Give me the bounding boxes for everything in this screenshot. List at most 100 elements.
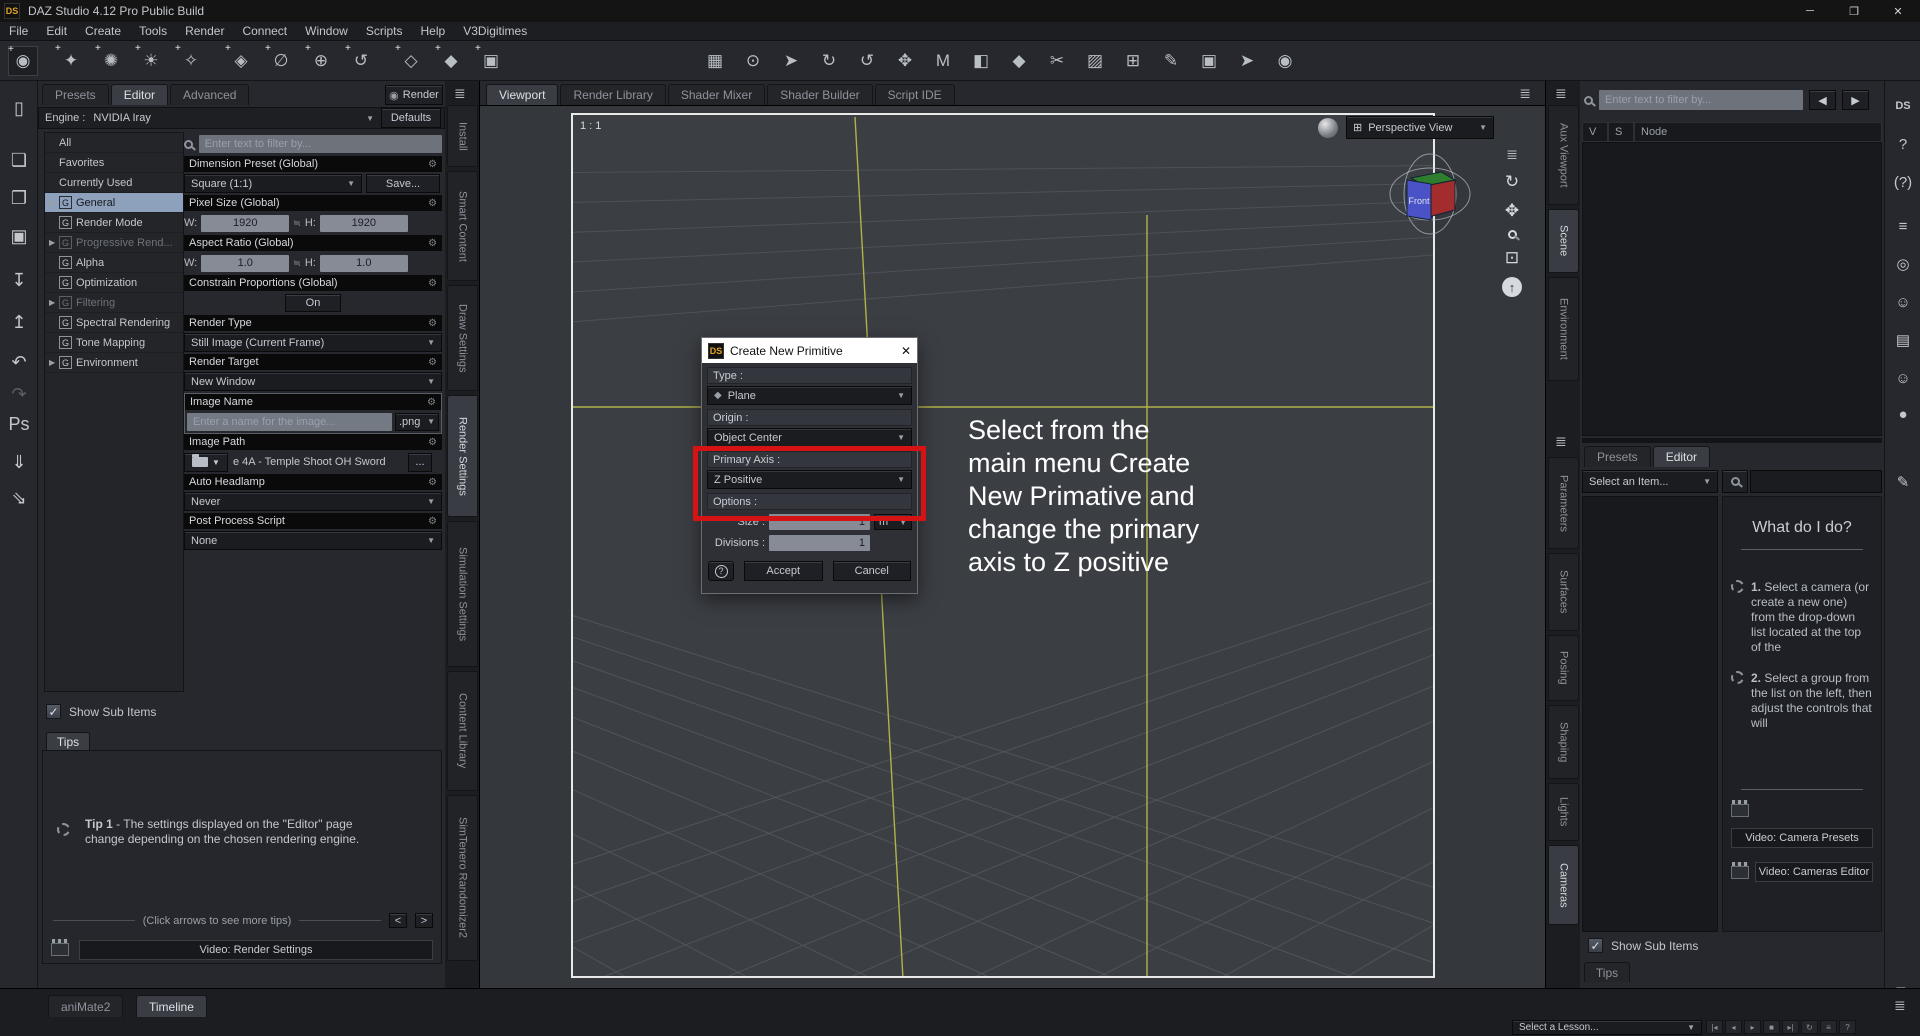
create-spotlight-icon[interactable]: + ✦	[55, 43, 86, 76]
help-icon[interactable]: (?)	[1890, 169, 1916, 195]
dock-tab-render-settings[interactable]: Render Settings	[447, 395, 478, 517]
pan-tool-icon[interactable]: ✥	[1505, 201, 1519, 221]
gear-icon[interactable]: ⚙	[428, 357, 437, 368]
menu-create[interactable]: Create	[76, 24, 130, 38]
zoom-tool-icon[interactable]	[1507, 230, 1517, 239]
tab-camera-editor[interactable]: Editor	[1652, 446, 1711, 467]
tab-timeline[interactable]: Timeline	[136, 995, 207, 1017]
dock-menu-icon[interactable]: ≣	[1555, 433, 1567, 450]
gear-icon[interactable]: ⚙	[428, 278, 437, 289]
dock-menu-icon[interactable]: ≣	[454, 85, 466, 102]
maximize-button[interactable]: ❐	[1832, 0, 1876, 22]
editor-filter-input[interactable]	[1750, 470, 1882, 493]
origin-dropdown[interactable]: Object Center ▼	[707, 428, 912, 447]
cancel-button[interactable]: Cancel	[832, 561, 911, 581]
dock-tab-cameras[interactable]: Cameras	[1548, 845, 1579, 925]
create-center-icon[interactable]: + ⊕	[305, 43, 336, 76]
video-render-settings-button[interactable]: Video: Render Settings	[79, 940, 433, 960]
group-currently-used[interactable]: Currently Used	[45, 173, 183, 193]
editor-search-button[interactable]	[1722, 470, 1749, 493]
gear-icon[interactable]: ⚙	[428, 238, 437, 249]
gear-icon[interactable]: ⚙	[428, 318, 437, 329]
geometry-cut-icon[interactable]: ✂	[1042, 46, 1072, 76]
create-group-icon[interactable]: + ◈	[225, 43, 256, 76]
select-item-dropdown[interactable]: Select an Item... ▼	[1582, 470, 1718, 493]
pixel-width-field[interactable]: 1920	[201, 214, 290, 232]
close-button[interactable]: ✕	[1876, 0, 1920, 22]
defaults-button[interactable]: Defaults	[381, 108, 441, 128]
dock-tab-parameters[interactable]: Parameters	[1548, 457, 1579, 549]
menu-scripts[interactable]: Scripts	[357, 24, 412, 38]
create-primitive-icon[interactable]: + ▣	[475, 43, 506, 76]
group-environment[interactable]: ▶ G Environment	[45, 353, 183, 373]
group-alpha[interactable]: G Alpha	[45, 253, 183, 273]
open-file-icon[interactable]: ❏	[6, 147, 32, 173]
primary-axis-dropdown[interactable]: Z Positive ▼	[707, 470, 912, 489]
lesson-dropdown[interactable]: Select a Lesson... ▼	[1512, 1020, 1702, 1035]
accept-button[interactable]: Accept	[744, 561, 823, 581]
surface-select-icon[interactable]: ◧	[966, 46, 996, 76]
tab-tips[interactable]: Tips	[1584, 962, 1630, 982]
viewport-pane-menu-icon[interactable]: ≣	[1519, 85, 1531, 102]
create-null-icon[interactable]: + ∅	[265, 43, 296, 76]
post-process-dropdown[interactable]: None ▼	[184, 531, 442, 550]
dock-tab-aux-viewport[interactable]: Aux Viewport	[1548, 105, 1579, 205]
universal-tool-icon[interactable]: ◆	[1004, 46, 1034, 76]
hatch-tool-icon[interactable]: ▨	[1080, 46, 1110, 76]
rotate-tool-icon[interactable]: ↻	[814, 46, 844, 76]
save-icon[interactable]: ▣	[6, 223, 32, 249]
view-cube[interactable]: Front	[1387, 148, 1473, 240]
tab-animate2[interactable]: aniMate2	[48, 995, 124, 1017]
save-preset-button[interactable]: Save...	[366, 174, 440, 193]
group-spectral[interactable]: G Spectral Rendering	[45, 313, 183, 333]
camera-tool-icon[interactable]: ◉	[1270, 46, 1300, 76]
tab-editor[interactable]: Editor	[110, 84, 169, 105]
tab-shader-mixer[interactable]: Shader Mixer	[667, 84, 766, 105]
tab-shader-builder[interactable]: Shader Builder	[767, 84, 873, 105]
new-file-icon[interactable]: ▯	[6, 95, 32, 121]
browse-button[interactable]: ...	[408, 452, 432, 472]
lesson-next-button[interactable]: ▸|	[1782, 1020, 1799, 1034]
frame-tool-icon[interactable]: ⊡	[1505, 248, 1519, 268]
orbit-tool-icon[interactable]: ↻	[1505, 172, 1519, 192]
tab-advanced[interactable]: Advanced	[170, 84, 250, 105]
size-unit-dropdown[interactable]: m ▼	[874, 514, 912, 530]
dock-tab-shaping[interactable]: Shaping	[1548, 705, 1579, 779]
create-instance-icon[interactable]: + ◇	[395, 43, 426, 76]
dock-tab-simulation-settings[interactable]: Simulation Settings	[447, 521, 478, 667]
divisions-field[interactable]: 1	[769, 535, 870, 551]
group-all[interactable]: All	[45, 133, 183, 153]
content-grid-icon[interactable]: ▤	[1890, 327, 1916, 353]
group-favorites[interactable]: Favorites	[45, 153, 183, 173]
render-type-dropdown[interactable]: Still Image (Current Frame) ▼	[184, 333, 442, 352]
ball-icon[interactable]: ●	[1890, 401, 1916, 427]
gear-icon[interactable]: ⚙	[428, 159, 437, 170]
menu-help[interactable]: Help	[412, 24, 455, 38]
group-progressive[interactable]: ▶ G Progressive Rend...	[45, 233, 183, 253]
whats-this-icon[interactable]: ?	[1890, 131, 1916, 157]
aspect-width-field[interactable]: 1.0	[201, 254, 290, 272]
group-tone-mapping[interactable]: G Tone Mapping	[45, 333, 183, 353]
menu-window[interactable]: Window	[296, 24, 357, 38]
record-icon[interactable]: ◎	[1890, 251, 1916, 277]
image-path-folder-button[interactable]: ▼	[184, 452, 228, 472]
image-ext-dropdown[interactable]: .png ▼	[395, 412, 439, 431]
create-node-icon[interactable]: + ◆	[435, 43, 466, 76]
engine-value[interactable]: NVIDIA Iray	[93, 112, 150, 124]
orbit-tool-icon[interactable]: ↺	[852, 46, 882, 76]
prev-tip-button[interactable]: <	[389, 913, 408, 928]
image-name-input[interactable]	[187, 412, 392, 431]
menu-file[interactable]: File	[0, 24, 37, 38]
column-selectable[interactable]: S	[1608, 122, 1634, 142]
create-camera-icon[interactable]: + ◉	[8, 44, 38, 76]
home-view-icon[interactable]: ↑	[1502, 277, 1522, 297]
create-ik-icon[interactable]: + ↺	[345, 43, 376, 76]
create-point-light-icon[interactable]: + ✺	[95, 43, 126, 76]
menu-tools[interactable]: Tools	[130, 24, 176, 38]
daz-bridge-icon[interactable]: ⇓	[6, 449, 32, 475]
render-button[interactable]: ◉ Render	[385, 85, 443, 105]
annotate-tool-icon[interactable]: ✎	[1156, 46, 1186, 76]
gear-icon[interactable]: ⚙	[428, 516, 437, 527]
photoshop-bridge-icon[interactable]: Ps	[6, 411, 32, 437]
tab-camera-presets[interactable]: Presets	[1584, 446, 1651, 467]
